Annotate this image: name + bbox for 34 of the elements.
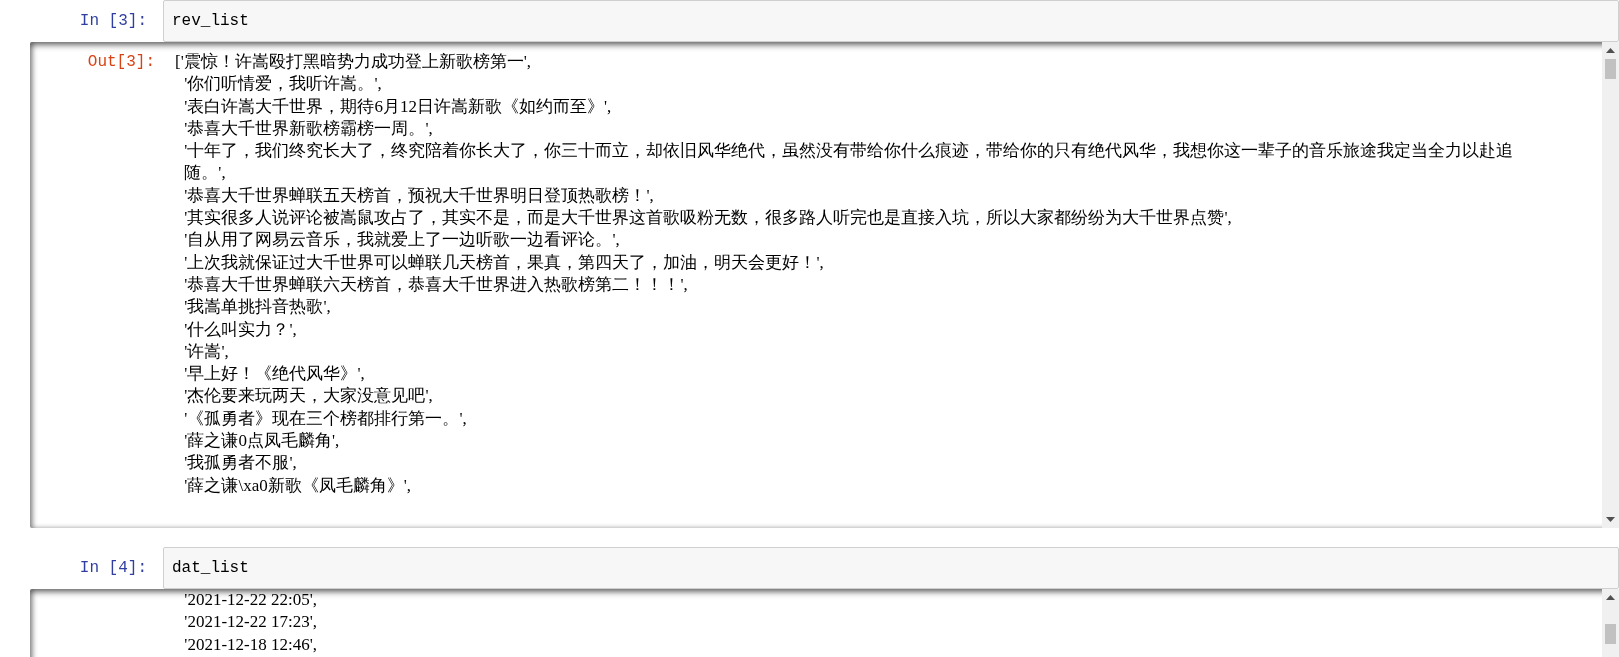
output-line: '十年了，我们终究长大了，终究陪着你长大了，你三十而立，却依旧风华绝代，虽然没有带给你什么痕迹，带给你的只有绝代风华，我想你这一辈子的音乐旅途我定当全力以赴追随。',: [183, 140, 1515, 185]
output-line: '恭喜大千世界蝉联六天榜首，恭喜大千世界进入热歌榜第二！！！',: [183, 273, 688, 296]
scroll-up-arrow-icon[interactable]: [1606, 595, 1615, 600]
output-line: '杰伦要来玩两天，大家没意见吧',: [183, 385, 433, 408]
input-prompt: In [3]:: [78, 11, 148, 32]
output-line: '恭喜大千世界新歌榜霸榜一周。',: [183, 117, 433, 140]
output-prompt: Out[3]:: [86, 52, 156, 73]
output-line: '2021-12-22 22:05',: [183, 589, 317, 611]
output-line: '2021-12-18 12:46',: [183, 633, 317, 656]
output-line: '你们听情爱，我听许嵩。',: [183, 73, 382, 96]
output-line: '其实很多人说评论被嵩鼠攻占了，其实不是，而是大千世界这首歌吸粉无数，很多路人听完也是直接入坑，所以大家都纷纷为大千世界点赞',: [183, 207, 1232, 230]
output-line: '薛之谦\xa0新歌《凤毛麟角》',: [183, 474, 411, 497]
output-line: '我孤勇者不服',: [183, 452, 297, 475]
output-line: '我嵩单挑抖音热歌',: [183, 296, 331, 319]
output-line: '薛之谦0点凤毛麟角',: [183, 430, 340, 453]
scroll-down-arrow-icon[interactable]: [1606, 517, 1615, 522]
scroll-up-arrow-icon[interactable]: [1606, 48, 1615, 53]
output-line: '早上好！《绝代风华》',: [183, 363, 365, 386]
code-input-cell[interactable]: rev_list: [163, 0, 1619, 42]
output-line: '表白许嵩大千世界，期待6月12日许嵩新歌《如约而至》',: [183, 95, 612, 118]
scrollbar-thumb[interactable]: [1605, 59, 1616, 79]
scrollbar[interactable]: [1602, 589, 1619, 657]
output-line: '什么叫实力？',: [183, 318, 297, 341]
output-line: '上次我就保证过大千世界可以蝉联几天榜首，果真，第四天了，加油，明天会更好！',: [183, 251, 824, 274]
output-line: ['震惊！许嵩殴打黑暗势力成功登上新歌榜第一',: [175, 51, 532, 73]
output-line: '自从用了网易云音乐，我就爱上了一边听歌一边看评论。',: [183, 229, 620, 252]
scrollbar[interactable]: [1602, 42, 1619, 528]
input-prompt: In [4]:: [78, 558, 148, 579]
output-line: '许嵩',: [183, 340, 229, 363]
code-input-cell[interactable]: dat_list: [163, 547, 1619, 589]
output-line: '恭喜大千世界蝉联五天榜首，预祝大千世界明日登顶热歌榜！',: [183, 184, 654, 207]
output-line: '《孤勇者》现在三个榜都排行第一。',: [183, 407, 467, 430]
scrollbar-thumb[interactable]: [1605, 624, 1616, 644]
output-line: '2021-12-22 17:23',: [183, 611, 317, 634]
